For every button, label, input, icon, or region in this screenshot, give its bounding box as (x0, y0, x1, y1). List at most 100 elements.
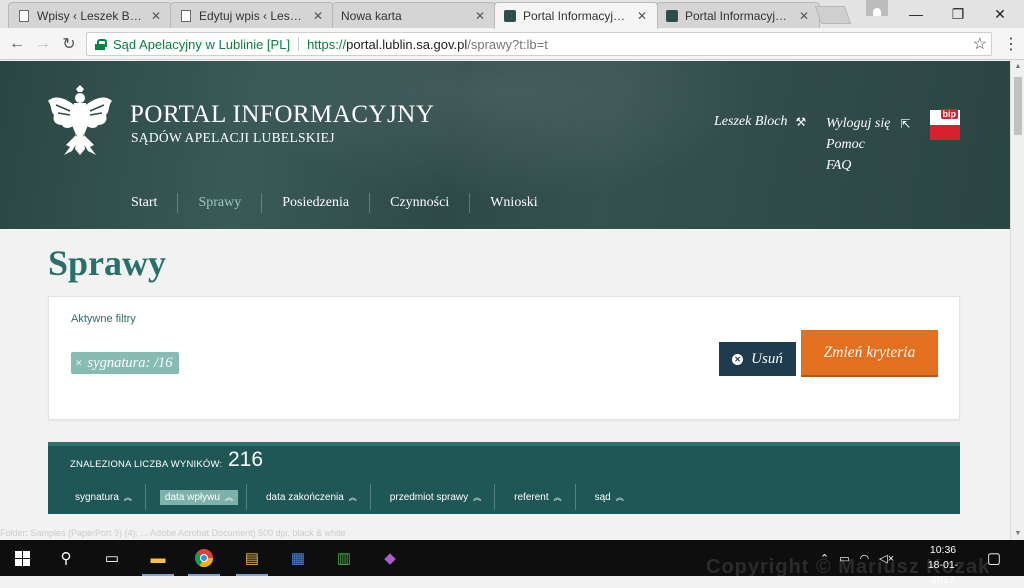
logout-link[interactable]: Wyloguj się ⇱ (826, 116, 910, 132)
nav-item-czynnosci[interactable]: Czynności (369, 193, 469, 213)
divider (298, 37, 300, 51)
spreadsheet-app-icon[interactable]: ▥ (324, 540, 364, 576)
eagle-emblem-icon[interactable] (46, 83, 114, 159)
results-count: 216 (228, 448, 264, 471)
url-path: /sprawy?t:lb=t (467, 36, 548, 52)
eagle-icon (503, 9, 517, 23)
close-icon[interactable]: ✕ (797, 9, 811, 23)
windows-start-icon[interactable] (2, 540, 42, 576)
close-icon[interactable]: ✕ (311, 9, 325, 23)
close-icon[interactable]: ✕ (149, 9, 163, 23)
chevron-up-icon: ︽ (473, 492, 482, 502)
sort-data-wplywu[interactable]: data wpływu ︽ (144, 484, 246, 510)
chevron-up-icon: ︽ (123, 492, 132, 502)
main-navigation: Start Sprawy Posiedzenia Czynności Wnios… (0, 191, 558, 215)
bip-text: bip (940, 109, 958, 119)
underlay-window-text: Folder: Samples (PaperPort 9) (4), ... A… (0, 528, 346, 538)
sort-label: sygnatura (75, 491, 119, 503)
bookmark-star-icon[interactable]: ☆ (973, 34, 987, 54)
sort-label: przedmiot sprawy (389, 491, 469, 503)
browser-menu-icon[interactable]: ⋮ (1003, 34, 1019, 54)
scroll-thumb[interactable] (1014, 77, 1022, 135)
address-toolbar: ← → ↻ Sąd Apelacyjny w Lublinie [PL] htt… (0, 28, 1024, 60)
tab-title: Wpisy ‹ Leszek Bloch (37, 8, 143, 23)
browser-tab-strip: Wpisy ‹ Leszek Bloch ✕ Edytuj wpis ‹ Les… (0, 0, 1024, 29)
tab-title: Nowa karta (341, 8, 402, 23)
page-scrollbar[interactable]: ▲ ▼ (1010, 61, 1024, 540)
page-title: Sprawy (48, 243, 167, 283)
nav-item-wnioski[interactable]: Wnioski (469, 193, 557, 213)
user-account-link[interactable]: Leszek Bloch ⚒ (714, 114, 806, 130)
nav-item-start[interactable]: Start (0, 193, 177, 213)
browser-tab-2[interactable]: Edytuj wpis ‹ Leszek B ✕ (170, 2, 334, 28)
help-link[interactable]: Pomoc (826, 137, 865, 153)
restore-icon[interactable]: ❐ (938, 0, 978, 28)
new-tab-button[interactable] (814, 6, 852, 24)
scroll-down-icon[interactable]: ▼ (1011, 528, 1024, 540)
close-icon[interactable]: ✕ (635, 9, 649, 23)
browser-tab-1[interactable]: Wpisy ‹ Leszek Bloch ✕ (8, 2, 172, 28)
url-host: portal.lublin.sa.gov.pl (346, 36, 468, 52)
sort-label: referent (514, 491, 549, 503)
sort-referent[interactable]: referent ︽ (494, 484, 574, 510)
url-scheme: https:// (307, 36, 347, 52)
file-explorer-icon[interactable]: ▬ (138, 540, 178, 576)
profile-icon[interactable] (866, 0, 888, 16)
chrome-icon[interactable] (184, 540, 224, 576)
filter-chip-label: sygnatura: /16 (87, 354, 173, 371)
portal-subtitle: SĄDÓW APELACJI LUBELSKIEJ (131, 130, 335, 145)
reload-icon[interactable]: ↻ (58, 33, 80, 55)
bip-logo[interactable]: bip (930, 109, 960, 140)
change-criteria-label: Zmień kryteria (823, 343, 916, 361)
document-icon (17, 9, 31, 23)
search-icon[interactable]: ⚲ (46, 540, 86, 576)
logout-label: Wyloguj się (826, 116, 891, 131)
paperport-icon[interactable]: ▤ (232, 540, 272, 576)
sort-label: data zakończenia (265, 491, 344, 503)
scroll-up-icon[interactable]: ▲ (1011, 61, 1024, 73)
faq-link[interactable]: FAQ (826, 158, 851, 174)
task-view-icon[interactable]: ▭ (92, 540, 132, 576)
external-link-icon: ⇱ (900, 116, 911, 131)
portal-title[interactable]: PORTAL INFORMACYJNY (130, 101, 434, 129)
window-close-icon[interactable]: ✕ (980, 0, 1020, 28)
chevron-up-icon: ︽ (615, 492, 624, 502)
ev-certificate-name[interactable]: Sąd Apelacyjny w Lublinie [PL] (113, 37, 290, 52)
sort-sad[interactable]: sąd ︽ (574, 484, 637, 510)
browser-tab-4[interactable]: Portal Informacyjny S ✕ (494, 2, 658, 29)
active-filters-panel: Aktywne filtry ✕ sygnatura: /16 ✕ Usuń Z… (48, 296, 960, 420)
remove-filter-icon[interactable]: ✕ (75, 358, 83, 369)
back-icon[interactable]: ← (6, 33, 28, 55)
lock-icon (95, 38, 107, 50)
filters-heading: Aktywne filtry (71, 313, 136, 325)
change-criteria-button[interactable]: Zmień kryteria (801, 330, 938, 375)
nav-item-sprawy[interactable]: Sprawy (177, 193, 261, 213)
remove-circle-icon: ✕ (732, 353, 744, 365)
app-icon[interactable]: ◆ (370, 540, 410, 576)
sort-przedmiot-sprawy[interactable]: przedmiot sprawy ︽ (369, 484, 494, 510)
filter-chip[interactable]: ✕ sygnatura: /16 (71, 352, 179, 374)
browser-tab-5[interactable]: Portal Informacyjny S ✕ (656, 2, 820, 28)
browser-tab-3[interactable]: Nowa karta ✕ (332, 2, 496, 28)
sort-data-zakonczenia[interactable]: data zakończenia ︽ (245, 484, 370, 510)
document-icon (179, 9, 193, 23)
tab-title: Portal Informacyjny S (523, 9, 629, 23)
sort-label: sąd (594, 491, 611, 503)
site-header: PORTAL INFORMACYJNY SĄDÓW APELACJI LUBEL… (0, 61, 1010, 229)
help-label: Pomoc (826, 137, 865, 152)
remove-filters-button[interactable]: ✕ Usuń (719, 342, 796, 376)
nav-item-posiedzenia[interactable]: Posiedzenia (261, 193, 369, 213)
close-icon[interactable]: ✕ (473, 9, 487, 23)
remove-label: Usuń (751, 350, 783, 367)
tools-icon: ⚒ (795, 114, 807, 129)
url-input[interactable]: Sąd Apelacyjny w Lublinie [PL] https:// … (86, 32, 992, 56)
results-count-label: ZNALEZIONA LICZBA WYNIKÓW: (70, 459, 223, 470)
user-name: Leszek Bloch (714, 114, 788, 129)
minimize-icon[interactable]: — (896, 0, 936, 28)
forward-icon[interactable]: → (32, 33, 54, 55)
document-app-icon[interactable]: ▦ (278, 540, 318, 576)
sort-sygnatura[interactable]: sygnatura ︽ (48, 484, 145, 510)
chevron-up-icon: ︽ (224, 492, 233, 502)
eagle-icon (665, 9, 679, 23)
sort-columns: sygnatura ︽ data wpływu ︽ data zakończenia… (48, 484, 637, 510)
